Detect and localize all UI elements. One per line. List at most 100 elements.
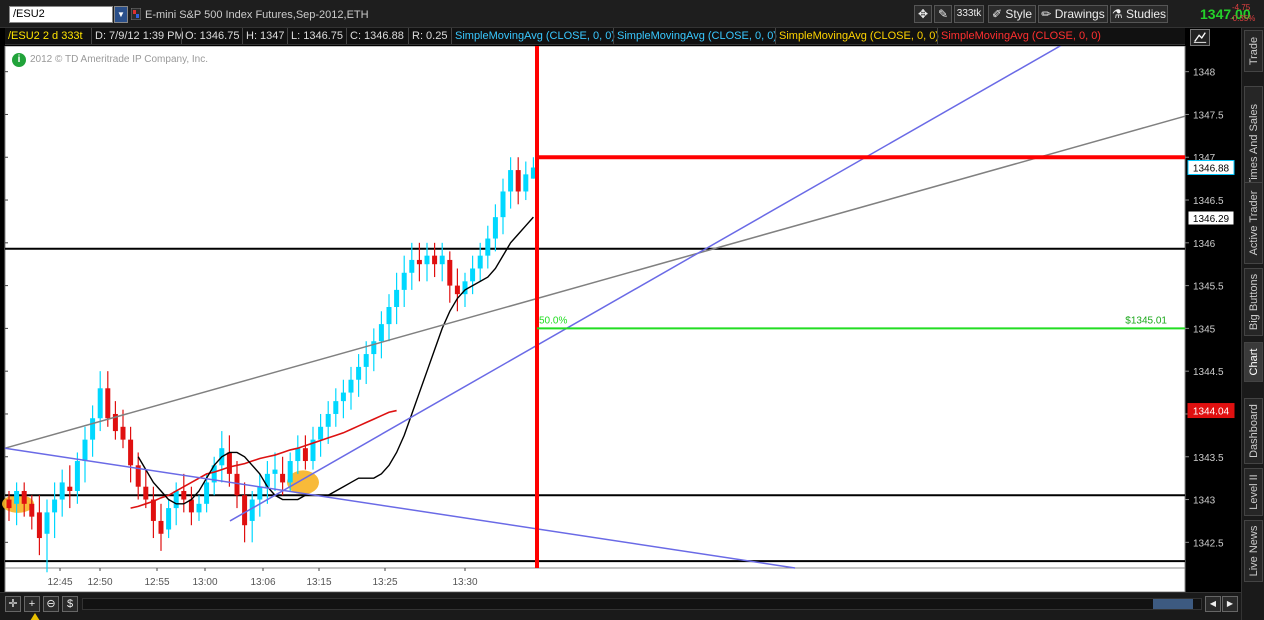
candle-body[interactable]	[6, 499, 12, 509]
candle-body[interactable]	[340, 392, 346, 402]
candle-body[interactable]	[90, 418, 96, 440]
info-icon[interactable]: i	[12, 53, 26, 67]
price-chart[interactable]: 1348 1347.5 1347 1346.5 1346 1345.5 1345 1344.5…	[0, 28, 1240, 593]
tab-chart[interactable]: Chart	[1244, 342, 1263, 382]
candle-body[interactable]	[97, 388, 103, 419]
candle-body[interactable]	[470, 268, 476, 282]
plot-area[interactable]	[4, 45, 1186, 569]
study-label-2[interactable]: SimpleMovingAvg (CLOSE, 0, 0)	[613, 28, 780, 44]
price-bubble-label: 1346.88	[1193, 164, 1230, 175]
candle-body[interactable]	[394, 289, 400, 307]
candle-body[interactable]	[333, 401, 339, 414]
candle-body[interactable]	[439, 255, 445, 265]
candle-body[interactable]	[14, 490, 20, 504]
zoom-in-button[interactable]: +	[24, 596, 40, 612]
candle-body[interactable]	[302, 448, 308, 462]
tab-live-news[interactable]: Live News	[1244, 520, 1263, 582]
candle-body[interactable]	[272, 469, 278, 474]
candle-body[interactable]	[432, 255, 438, 265]
candle-body[interactable]	[401, 272, 407, 290]
study-label-3[interactable]: SimpleMovingAvg (CLOSE, 0, 0)	[775, 28, 942, 44]
tab-trade[interactable]: Trade	[1244, 30, 1263, 72]
candle-body[interactable]	[67, 486, 73, 491]
candle-body[interactable]	[287, 461, 293, 483]
x-tick-label: 13:30	[452, 577, 477, 588]
candle-body[interactable]	[181, 490, 187, 500]
candle-body[interactable]	[242, 495, 248, 526]
candle-body[interactable]	[356, 366, 362, 380]
x-tick-label: 13:00	[192, 577, 217, 588]
candle-body[interactable]	[128, 439, 134, 466]
candle-body[interactable]	[120, 426, 126, 440]
candle-body[interactable]	[454, 285, 460, 295]
candle-body[interactable]	[257, 486, 263, 500]
candle-body[interactable]	[447, 259, 453, 286]
scroll-right-icon[interactable]: ▶	[1222, 596, 1238, 612]
time-axis	[4, 567, 1186, 593]
candle-body[interactable]	[82, 439, 88, 462]
candle-body[interactable]	[105, 388, 111, 419]
price-scale-button[interactable]: $	[62, 596, 78, 612]
candle-body[interactable]	[318, 426, 324, 440]
style-button[interactable]: ✐ Style	[988, 5, 1036, 23]
fib-price-label: $1345.01	[1125, 315, 1167, 326]
candle-body[interactable]	[21, 490, 27, 504]
candle-body[interactable]	[416, 259, 422, 265]
crosshair-icon[interactable]: ✥	[914, 5, 932, 23]
candle-body[interactable]	[515, 170, 521, 192]
candle-body[interactable]	[204, 482, 210, 504]
studies-button[interactable]: ⚗ Studies	[1110, 5, 1168, 23]
chart-settings-icon[interactable]	[1190, 29, 1210, 46]
study-label-1[interactable]: SimpleMovingAvg (CLOSE, 0, 0)	[451, 28, 618, 44]
candle-body[interactable]	[29, 503, 35, 517]
scroll-left-icon[interactable]: ◀	[1205, 596, 1221, 612]
candle-body[interactable]	[158, 520, 164, 534]
candle-body[interactable]	[196, 503, 202, 513]
horizontal-scrollbar[interactable]	[82, 598, 1202, 610]
symbol-dropdown-button[interactable]: ▼	[114, 6, 128, 23]
chart-canvas[interactable]: 13481347.513471346.513461345.513451344.5…	[0, 28, 1240, 593]
scrollbar-thumb[interactable]	[1153, 599, 1193, 609]
candle-body[interactable]	[249, 499, 255, 521]
candle-body[interactable]	[280, 473, 286, 483]
candle-body[interactable]	[409, 259, 415, 273]
candle-body[interactable]	[348, 379, 354, 393]
aggregation-button[interactable]: 333tk	[954, 5, 984, 23]
tab-active-trader[interactable]: Active Trader	[1244, 182, 1263, 264]
candle-body[interactable]	[143, 486, 149, 500]
candle-body[interactable]	[44, 512, 50, 534]
candle-body[interactable]	[378, 324, 384, 342]
candle-body[interactable]	[485, 238, 491, 256]
tab-dashboard[interactable]: Dashboard	[1244, 398, 1263, 464]
candle-body[interactable]	[188, 499, 194, 513]
zoom-out-icon[interactable]: ⊖	[43, 596, 59, 612]
tab-level-ii[interactable]: Level II	[1244, 468, 1263, 516]
candle-body[interactable]	[173, 490, 179, 509]
study-label-4[interactable]: SimpleMovingAvg (CLOSE, 0, 0)	[937, 28, 1104, 44]
candle-body[interactable]	[508, 170, 514, 192]
candle-body[interactable]	[295, 448, 301, 462]
candle-body[interactable]	[74, 461, 80, 491]
candle-body[interactable]	[59, 482, 65, 500]
candle-body[interactable]	[226, 452, 232, 474]
candle-body[interactable]	[325, 413, 331, 427]
tab-big-buttons[interactable]: Big Buttons	[1244, 268, 1263, 336]
candle-body[interactable]	[386, 307, 392, 325]
candle-body[interactable]	[150, 499, 156, 521]
candle-body[interactable]	[234, 473, 240, 496]
candle-body[interactable]	[36, 512, 42, 539]
candle-body[interactable]	[523, 174, 529, 192]
tab-trade-label: Trade	[1247, 36, 1260, 66]
candle-body[interactable]	[363, 354, 369, 367]
candle-body[interactable]	[492, 217, 498, 239]
candle-body[interactable]	[500, 191, 506, 218]
link-icon[interactable]	[131, 8, 141, 20]
drawings-button[interactable]: ✏ Drawings	[1038, 5, 1108, 23]
symbol-input[interactable]: /ESU2	[9, 6, 113, 23]
pan-icon[interactable]: ✛	[5, 596, 21, 612]
candle-body[interactable]	[166, 508, 172, 530]
wrench-icon[interactable]: ✎	[934, 5, 952, 23]
candle-body[interactable]	[52, 499, 58, 513]
candle-body[interactable]	[477, 255, 483, 269]
candle-body[interactable]	[424, 255, 430, 265]
